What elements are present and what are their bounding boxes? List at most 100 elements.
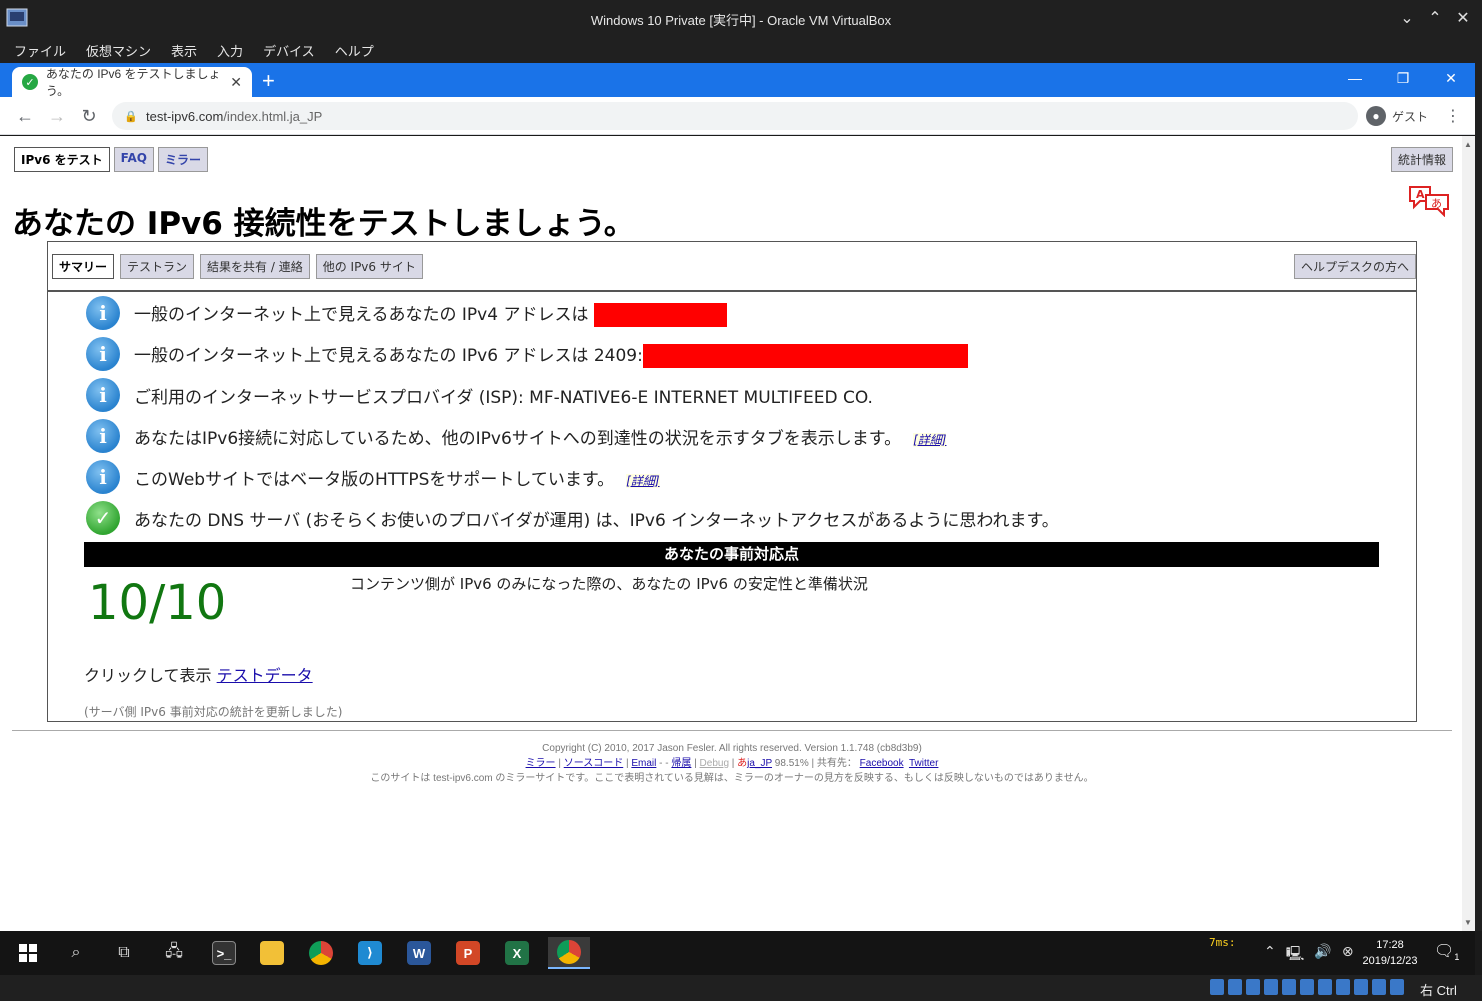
recording-icon[interactable] bbox=[1336, 979, 1350, 995]
score-header: あなたの事前対応点 bbox=[84, 542, 1379, 567]
ipv6-tabs-text: あなたはIPv6接続に対応しているため、他のIPv6サイトへの到達性の状況を示す… bbox=[134, 428, 902, 449]
notification-count: 1 bbox=[1454, 952, 1460, 963]
tab-faq[interactable]: FAQ bbox=[113, 147, 154, 172]
forward-arrow-icon[interactable]: → bbox=[46, 105, 68, 127]
menu-view[interactable]: 表示 bbox=[171, 41, 197, 60]
network-adapter-icon[interactable] bbox=[1264, 979, 1278, 995]
profile-button[interactable]: ● ゲスト bbox=[1366, 103, 1428, 129]
tab-share-results[interactable]: 結果を共有 / 連絡 bbox=[200, 254, 310, 279]
tab-helpdesk[interactable]: ヘルプデスクの方へ bbox=[1293, 254, 1416, 279]
volume-icon[interactable]: 🔊 bbox=[1314, 943, 1331, 967]
twitter-link[interactable]: Twitter bbox=[909, 758, 938, 769]
shared-folder-icon[interactable] bbox=[1300, 979, 1314, 995]
no-connection-icon[interactable]: ⊗ bbox=[1342, 943, 1354, 967]
source-link[interactable]: ソースコード bbox=[564, 758, 624, 769]
footer-divider bbox=[12, 730, 1452, 731]
audio-icon[interactable] bbox=[1246, 979, 1260, 995]
browser-tab-strip: ✓ あなたの IPv6 をテストしましょう。 ✕ + — ❐ ✕ bbox=[0, 63, 1475, 98]
back-arrow-icon[interactable]: ← bbox=[14, 105, 36, 127]
keyboard-icon[interactable] bbox=[1390, 979, 1404, 995]
chrome-icon[interactable] bbox=[305, 937, 337, 969]
close-tab-icon[interactable]: ✕ bbox=[230, 74, 242, 91]
taskbar-clock[interactable]: 17:28 2019/12/23 bbox=[1355, 937, 1425, 969]
tab-test-ipv6[interactable]: IPv6 をテスト bbox=[14, 147, 110, 172]
mouse-integration-icon[interactable] bbox=[1372, 979, 1386, 995]
word-icon[interactable]: W bbox=[403, 937, 435, 969]
window-minimize-icon[interactable]: — bbox=[1331, 63, 1379, 93]
url-path: /index.html.ja_JP bbox=[223, 108, 323, 124]
display-icon[interactable] bbox=[1318, 979, 1332, 995]
redacted-ipv4 bbox=[593, 302, 727, 327]
scroll-down-icon[interactable]: ▼ bbox=[1464, 918, 1472, 927]
host-key-label: 右 Ctrl bbox=[1420, 983, 1457, 998]
checkmark-icon: ✓ bbox=[86, 501, 120, 535]
top-nav: IPv6 をテスト FAQ ミラー bbox=[14, 147, 208, 172]
result-text: 一般のインターネット上で見えるあなたの IPv4 アドレスは bbox=[134, 300, 727, 327]
score-value: 10/10 bbox=[88, 575, 227, 631]
maximize-icon[interactable]: ⌃ bbox=[1424, 7, 1446, 29]
menu-help[interactable]: ヘルプ bbox=[335, 41, 374, 60]
network-icon[interactable]: 🖳 bbox=[1286, 943, 1305, 967]
tab-other-ipv6-sites[interactable]: 他の IPv6 サイト bbox=[315, 254, 423, 279]
chrome-active-icon[interactable] bbox=[548, 937, 590, 969]
hdd-icon[interactable] bbox=[1210, 979, 1224, 995]
network-computer-icon[interactable]: 🖧 bbox=[158, 937, 190, 969]
tab-summary[interactable]: サマリー bbox=[52, 254, 115, 279]
browser-tab[interactable]: ✓ あなたの IPv6 をテストしましょう。 ✕ bbox=[12, 67, 252, 98]
result-https: i このWebサイトではベータ版のHTTPSをサポートしています。 [詳細] bbox=[86, 459, 660, 495]
attribution-link[interactable]: 帰属 bbox=[671, 758, 691, 769]
tray-expand-icon[interactable]: ⌃ bbox=[1264, 943, 1276, 967]
address-bar[interactable]: 🔒 test-ipv6.com/index.html.ja_JP bbox=[112, 102, 1358, 130]
svg-text:あ: あ bbox=[1431, 197, 1442, 210]
new-tab-icon[interactable]: + bbox=[262, 70, 275, 92]
optical-drive-icon[interactable] bbox=[1228, 979, 1242, 995]
locale-link[interactable]: ja_JP bbox=[747, 758, 772, 769]
windows-start-icon[interactable] bbox=[12, 937, 44, 969]
mirror-link[interactable]: ミラー bbox=[526, 758, 556, 769]
clock-time: 17:28 bbox=[1376, 939, 1404, 951]
notification-center-icon[interactable]: 🗨1 bbox=[1434, 941, 1459, 962]
minimize-icon[interactable]: ⌄ bbox=[1396, 7, 1418, 29]
vscode-icon[interactable]: ⟩ bbox=[354, 937, 386, 969]
tab-stats[interactable]: 統計情報 bbox=[1391, 147, 1454, 172]
result-ipv6-tabs: i あなたはIPv6接続に対応しているため、他のIPv6サイトへの到達性の状況を… bbox=[86, 418, 947, 454]
terminal-icon[interactable]: >_ bbox=[208, 937, 240, 969]
page-scrollbar[interactable]: ▲ ▼ bbox=[1462, 136, 1475, 931]
tab-mirrors[interactable]: ミラー bbox=[157, 147, 208, 172]
reload-icon[interactable]: ↻ bbox=[78, 105, 100, 127]
debug-link[interactable]: Debug bbox=[700, 758, 729, 769]
result-text: あなたの DNS サーバ (おそらくお使いのプロバイダが運用) は、IPv6 イ… bbox=[134, 510, 1059, 531]
powerpoint-icon[interactable]: P bbox=[452, 937, 484, 969]
profile-label: ゲスト bbox=[1392, 109, 1429, 124]
test-data-link[interactable]: テストデータ bbox=[217, 666, 313, 685]
close-icon[interactable]: ✕ bbox=[1452, 7, 1474, 29]
details-link[interactable]: [詳細] bbox=[626, 473, 660, 488]
cpu-icon[interactable] bbox=[1354, 979, 1368, 995]
file-explorer-icon[interactable] bbox=[256, 937, 288, 969]
facebook-link[interactable]: Facebook bbox=[860, 758, 904, 769]
result-text: あなたはIPv6接続に対応しているため、他のIPv6サイトへの到達性の状況を示す… bbox=[134, 424, 947, 449]
email-link[interactable]: Email bbox=[631, 758, 656, 769]
result-text: ご利用のインターネットサービスプロバイダ (ISP): MF-NATIVE6-E… bbox=[134, 387, 873, 408]
scroll-up-icon[interactable]: ▲ bbox=[1464, 140, 1472, 149]
window-close-icon[interactable]: ✕ bbox=[1427, 63, 1475, 93]
vbox-frame-edge bbox=[1475, 63, 1482, 931]
usb-icon[interactable] bbox=[1282, 979, 1296, 995]
task-view-icon[interactable]: ⧉ bbox=[108, 937, 140, 969]
tab-test-run[interactable]: テストラン bbox=[120, 254, 195, 279]
vbox-device-icons bbox=[1210, 979, 1404, 995]
menu-machine[interactable]: 仮想マシン bbox=[86, 41, 151, 60]
more-menu-icon[interactable]: ⋮ bbox=[1445, 106, 1461, 126]
window-restore-icon[interactable]: ❐ bbox=[1379, 63, 1427, 93]
menu-devices[interactable]: デバイス bbox=[263, 41, 315, 60]
menu-input[interactable]: 入力 bbox=[217, 41, 243, 60]
excel-icon[interactable]: X bbox=[501, 937, 533, 969]
language-select-icon[interactable]: A あ bbox=[1408, 183, 1452, 217]
menu-file[interactable]: ファイル bbox=[14, 41, 66, 60]
result-text: 一般のインターネット上で見えるあなたの IPv6 アドレスは 2409: bbox=[134, 341, 968, 368]
search-icon[interactable]: ⌕ bbox=[60, 937, 92, 969]
score-description: コンテンツ側が IPv6 のみになった際の、あなたの IPv6 の安定性と準備状… bbox=[350, 575, 868, 593]
redacted-ipv6 bbox=[642, 343, 968, 368]
share-label: 共有先： bbox=[816, 758, 857, 769]
details-link[interactable]: [詳細] bbox=[913, 432, 947, 447]
